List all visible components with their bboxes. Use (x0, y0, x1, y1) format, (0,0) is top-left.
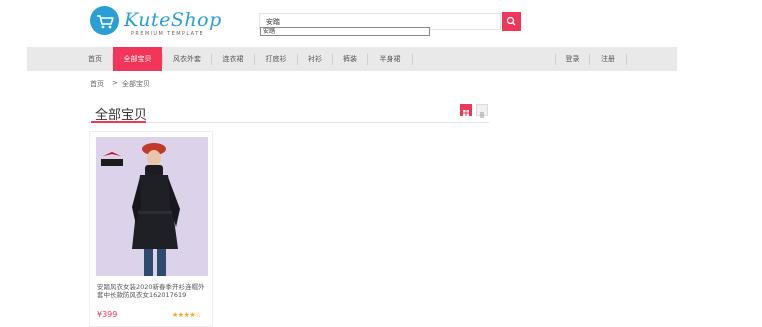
nav-item-home[interactable]: 首页 (78, 47, 112, 71)
section-divider (88, 122, 489, 123)
breadcrumb-home[interactable]: 首页 (90, 79, 104, 89)
product-title[interactable]: 安踏风衣女装2020新春季开衫连帽外套中长款防风衣女162017619 (97, 283, 209, 299)
nav-item-skirts[interactable]: 半身裙 (368, 47, 412, 71)
search-button[interactable] (502, 12, 521, 31)
logo-text[interactable]: KuteShop (124, 9, 222, 31)
nav-item-all-products[interactable]: 全部宝贝 (113, 47, 162, 71)
breadcrumb-current: 全部宝贝 (122, 80, 150, 88)
nav-item-coats[interactable]: 风衣外套 (163, 47, 211, 71)
nav-item-dresses[interactable]: 连衣裙 (212, 47, 254, 71)
product-rating-stars: ★★★★☆ (172, 311, 201, 319)
logo-cart-icon[interactable] (90, 6, 119, 35)
logo-subtitle: PREMIUM TEMPLATE (131, 31, 205, 37)
nav-item-pants[interactable]: 裤装 (333, 47, 367, 71)
nav-item-shirts[interactable]: 衬衫 (298, 47, 332, 71)
grid-icon (463, 110, 469, 116)
list-icon (480, 112, 484, 118)
grid-view-button[interactable] (460, 104, 472, 116)
section-title-underline (91, 121, 146, 123)
breadcrumb-separator: > (112, 79, 118, 87)
login-link[interactable]: 登录 (556, 47, 589, 71)
product-price: ¥399 (97, 310, 118, 319)
register-link[interactable]: 注册 (590, 47, 626, 71)
nav-divider (412, 54, 413, 65)
nav-item-base-shirts[interactable]: 打底衫 (255, 47, 297, 71)
list-view-button[interactable] (476, 104, 488, 118)
search-icon (506, 16, 516, 26)
search-suggestion[interactable]: 安踏 (260, 27, 430, 36)
nav-divider (626, 54, 627, 65)
brand-logo (99, 150, 125, 168)
